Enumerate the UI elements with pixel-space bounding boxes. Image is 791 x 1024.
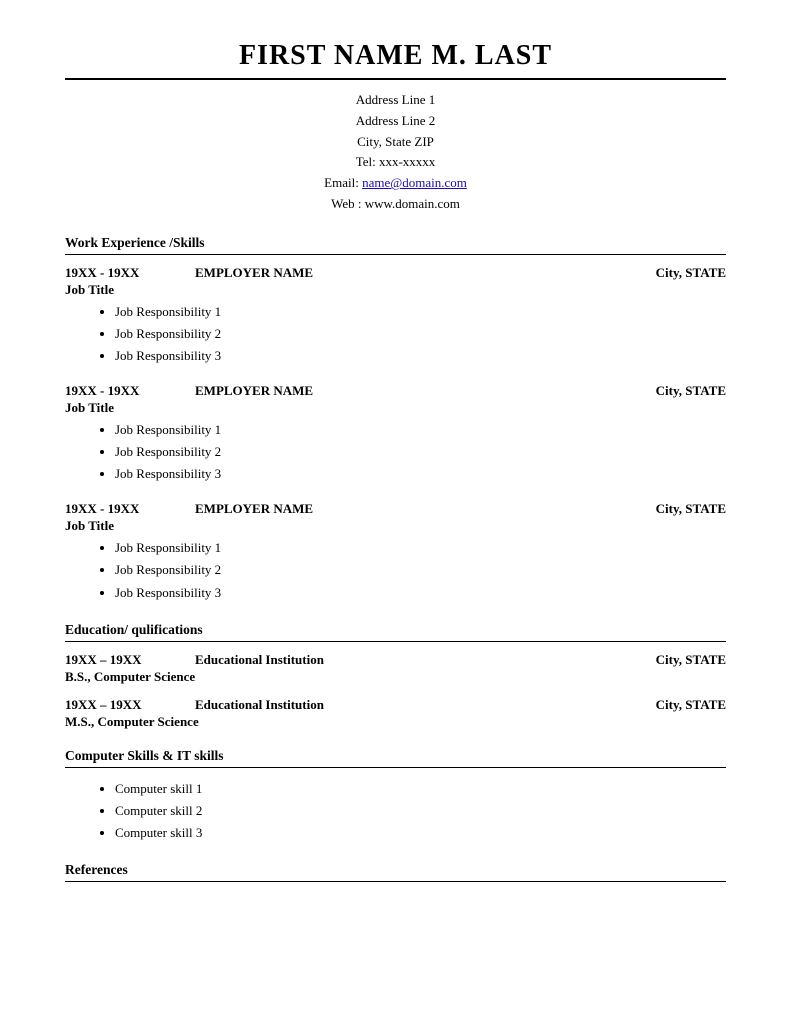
edu-dates-1: 19XX – 19XX: [65, 652, 195, 668]
address-line1: Address Line 1: [65, 90, 726, 111]
edu-institution-2: Educational Institution: [195, 697, 415, 713]
list-item: Job Responsibility 3: [115, 463, 726, 485]
job-location-2: City, STATE: [656, 383, 726, 399]
references-section: References: [65, 862, 726, 882]
list-item: Job Responsibility 2: [115, 559, 726, 581]
job-title-2: Job Title: [65, 400, 726, 416]
job-employer-2: EMPLOYER NAME: [195, 383, 415, 399]
edu-location-2: City, STATE: [656, 697, 726, 713]
city-state-zip: City, State ZIP: [65, 132, 726, 153]
full-name: FIRST NAME M. LAST: [65, 40, 726, 72]
job-entry-3: 19XX - 19XX EMPLOYER NAME City, STATE Jo…: [65, 501, 726, 603]
job-responsibilities-1: Job Responsibility 1 Job Responsibility …: [115, 301, 726, 367]
job-title-1: Job Title: [65, 282, 726, 298]
address-line2: Address Line 2: [65, 111, 726, 132]
education-header: Education/ qulifications: [65, 622, 726, 642]
job-responsibilities-2: Job Responsibility 1 Job Responsibility …: [115, 419, 726, 485]
edu-degree-2: M.S., Computer Science: [65, 714, 726, 730]
name-header: FIRST NAME M. LAST: [65, 40, 726, 80]
education-section: Education/ qulifications 19XX – 19XX Edu…: [65, 622, 726, 730]
job-line-2: 19XX - 19XX EMPLOYER NAME City, STATE: [65, 383, 726, 399]
job-dates-2: 19XX - 19XX: [65, 383, 195, 399]
edu-entry-1: 19XX – 19XX Educational Institution City…: [65, 652, 726, 685]
edu-degree-1: B.S., Computer Science: [65, 669, 726, 685]
skills-list: Computer skill 1 Computer skill 2 Comput…: [115, 778, 726, 844]
computer-skills-header: Computer Skills & IT skills: [65, 748, 726, 768]
list-item: Job Responsibility 1: [115, 537, 726, 559]
job-dates-1: 19XX - 19XX: [65, 265, 195, 281]
job-location-1: City, STATE: [656, 265, 726, 281]
list-item: Computer skill 1: [115, 778, 726, 800]
edu-line-2: 19XX – 19XX Educational Institution City…: [65, 697, 726, 713]
list-item: Job Responsibility 3: [115, 345, 726, 367]
edu-line-1: 19XX – 19XX Educational Institution City…: [65, 652, 726, 668]
job-line-3: 19XX - 19XX EMPLOYER NAME City, STATE: [65, 501, 726, 517]
job-title-3: Job Title: [65, 518, 726, 534]
list-item: Computer skill 3: [115, 822, 726, 844]
job-employer-1: EMPLOYER NAME: [195, 265, 415, 281]
list-item: Job Responsibility 3: [115, 582, 726, 604]
work-experience-section: Work Experience /Skills 19XX - 19XX EMPL…: [65, 235, 726, 604]
job-dates-3: 19XX - 19XX: [65, 501, 195, 517]
email-link[interactable]: name@domain.com: [362, 175, 467, 190]
list-item: Job Responsibility 1: [115, 301, 726, 323]
list-item: Job Responsibility 2: [115, 441, 726, 463]
job-responsibilities-3: Job Responsibility 1 Job Responsibility …: [115, 537, 726, 603]
edu-location-1: City, STATE: [656, 652, 726, 668]
job-entry-2: 19XX - 19XX EMPLOYER NAME City, STATE Jo…: [65, 383, 726, 485]
job-location-3: City, STATE: [656, 501, 726, 517]
edu-dates-2: 19XX – 19XX: [65, 697, 195, 713]
email-label: Email:: [324, 175, 362, 190]
job-line-1: 19XX - 19XX EMPLOYER NAME City, STATE: [65, 265, 726, 281]
job-entry-1: 19XX - 19XX EMPLOYER NAME City, STATE Jo…: [65, 265, 726, 367]
computer-skills-section: Computer Skills & IT skills Computer ski…: [65, 748, 726, 844]
edu-entry-2: 19XX – 19XX Educational Institution City…: [65, 697, 726, 730]
references-header: References: [65, 862, 726, 882]
edu-institution-1: Educational Institution: [195, 652, 415, 668]
work-experience-header: Work Experience /Skills: [65, 235, 726, 255]
list-item: Computer skill 2: [115, 800, 726, 822]
resume-page: FIRST NAME M. LAST Address Line 1 Addres…: [0, 0, 791, 1024]
email-line: Email: name@domain.com: [65, 173, 726, 194]
job-employer-3: EMPLOYER NAME: [195, 501, 415, 517]
tel: Tel: xxx-xxxxx: [65, 152, 726, 173]
list-item: Job Responsibility 2: [115, 323, 726, 345]
web: Web : www.domain.com: [65, 194, 726, 215]
list-item: Job Responsibility 1: [115, 419, 726, 441]
contact-info: Address Line 1 Address Line 2 City, Stat…: [65, 90, 726, 215]
